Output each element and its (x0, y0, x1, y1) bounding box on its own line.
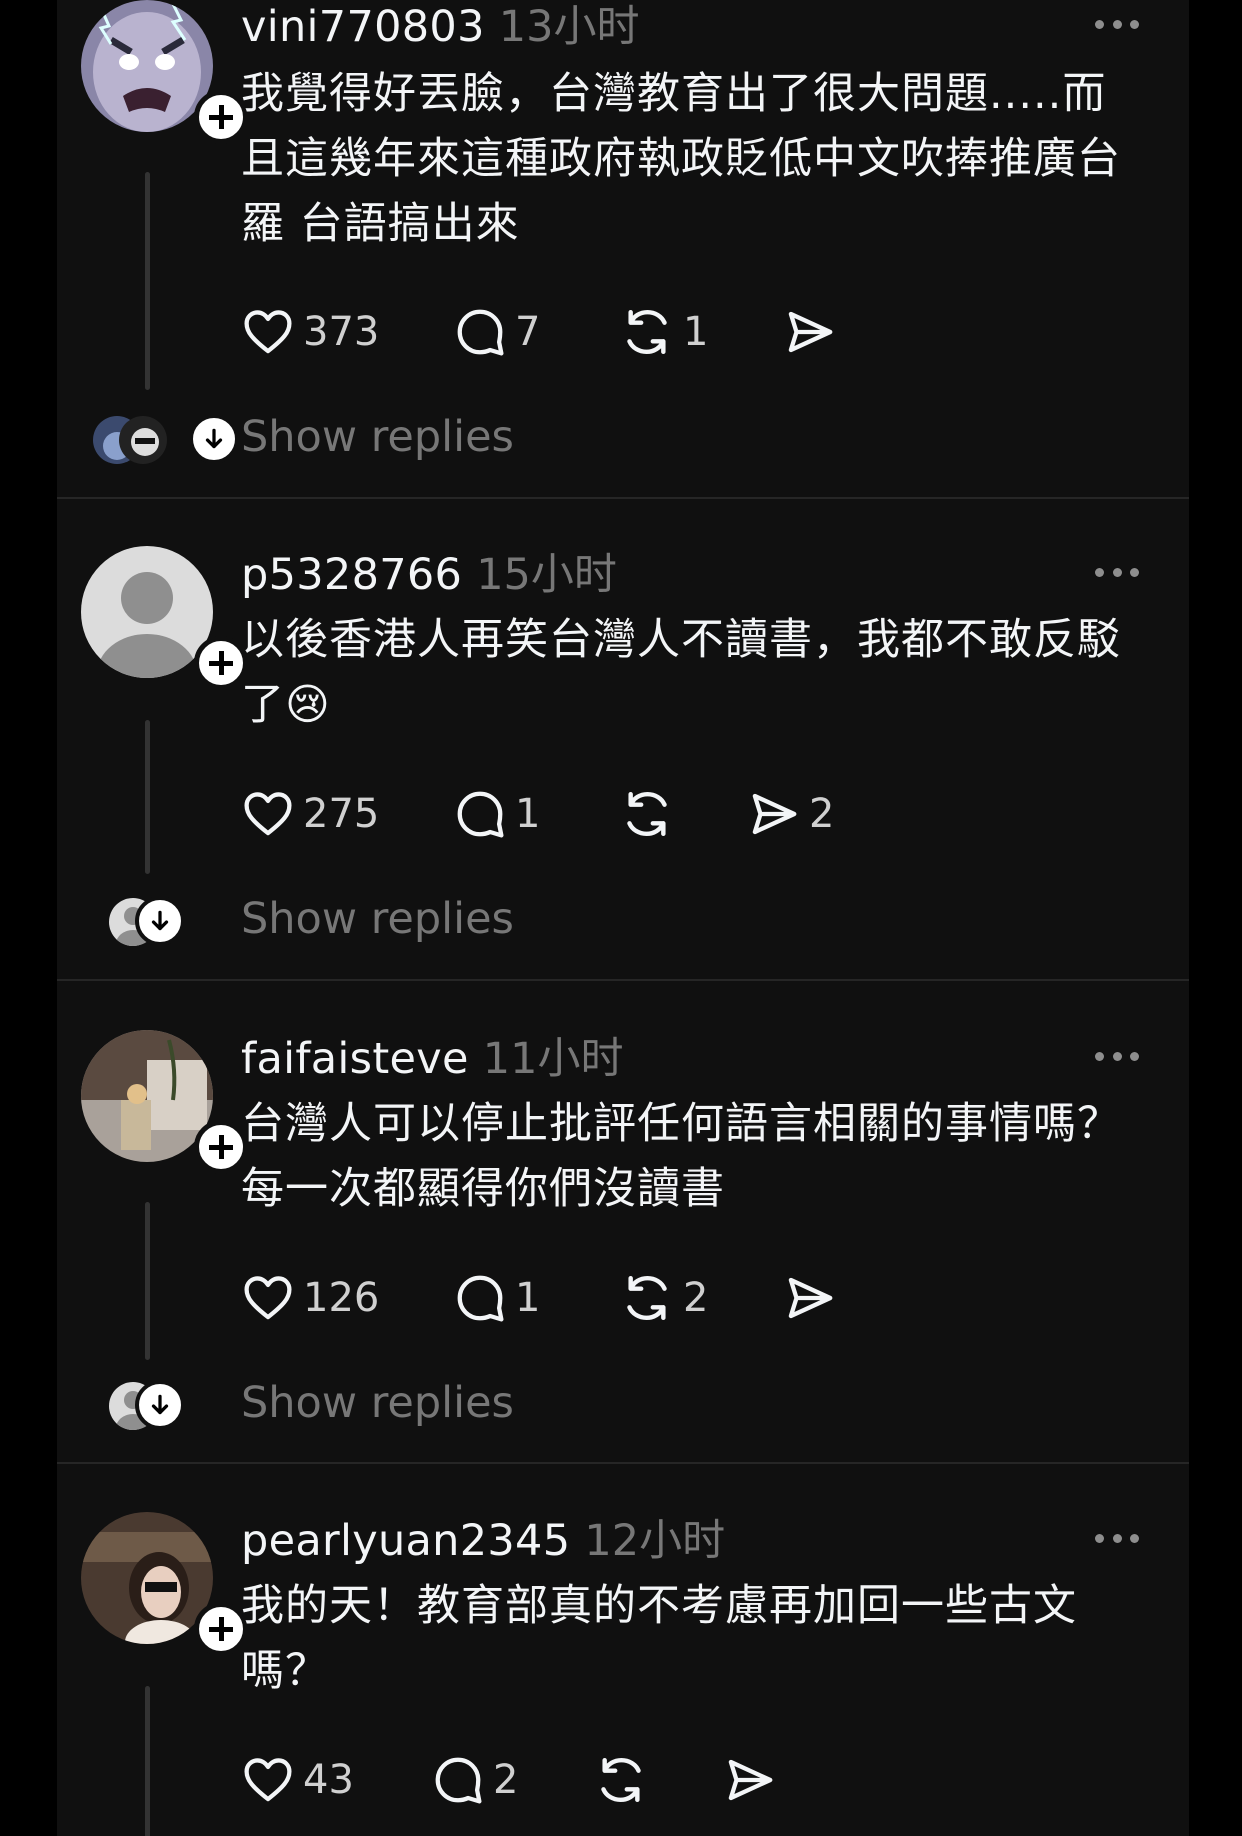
repost-button[interactable] (593, 1752, 723, 1808)
post-text: 以後香港人再笑台灣人不讀書，我都不敢反駁了😢 (241, 615, 1121, 730)
like-count: 126 (303, 1275, 380, 1321)
reply-count: 2 (493, 1757, 519, 1803)
follow-plus-icon[interactable] (194, 636, 248, 690)
post-text: 我覺得好丟臉，台灣教育出了很大問題.....而且這幾年來這種政府執政貶低中文吹捧… (241, 69, 1121, 249)
repost-icon (627, 1275, 667, 1321)
show-replies-link[interactable]: Show replies (241, 412, 514, 462)
reply-avatars[interactable] (109, 896, 205, 950)
post-text: 台灣人可以停止批評任何語言相關的事情嗎？每一次都顯得你們沒讀書 (241, 1099, 1121, 1214)
reply-count: 1 (515, 1275, 541, 1321)
share-button[interactable]: 2 (747, 787, 834, 841)
like-button[interactable]: 43 (241, 1753, 431, 1807)
username[interactable]: faifaisteve (241, 1034, 469, 1084)
expand-down-icon[interactable] (135, 896, 185, 946)
repost-button[interactable] (619, 786, 747, 842)
like-button[interactable]: 373 (241, 305, 453, 359)
comment-icon (457, 791, 504, 838)
thread-line (145, 1686, 150, 1836)
more-icon[interactable] (1095, 1532, 1139, 1544)
action-bar: 373 7 1 (241, 302, 837, 362)
comment-icon (457, 309, 504, 356)
expand-down-icon[interactable] (189, 414, 239, 464)
username[interactable]: pearlyuan2345 (241, 1516, 570, 1566)
thread-line (145, 720, 150, 874)
repost-count: 2 (683, 1275, 709, 1321)
reply-post: p5328766 15小时 以後香港人再笑台灣人不讀書，我都不敢反駁了😢 275… (57, 498, 1189, 980)
post-header: pearlyuan2345 12小时 (241, 1506, 725, 1566)
repost-icon (601, 1757, 641, 1803)
avatar (119, 416, 167, 464)
like-button[interactable]: 275 (241, 787, 453, 841)
like-count: 373 (303, 309, 380, 355)
action-bar: 43 2 (241, 1750, 777, 1810)
more-icon[interactable] (1095, 18, 1139, 30)
timestamp: 15小时 (476, 550, 617, 600)
follow-plus-icon[interactable] (194, 90, 248, 144)
share-icon (728, 1759, 773, 1801)
heart-icon (244, 792, 292, 836)
heart-icon (244, 310, 292, 354)
avatar[interactable] (81, 546, 248, 690)
share-icon (788, 1277, 833, 1319)
like-count: 275 (303, 791, 380, 837)
like-count: 43 (303, 1757, 354, 1803)
post-text: 我的天！教育部真的不考慮再加回一些古文嗎？ (241, 1581, 1077, 1696)
reply-post: pearlyuan2345 12小时 我的天！教育部真的不考慮再加回一些古文嗎？… (57, 1464, 1189, 1836)
expand-down-icon[interactable] (135, 1380, 185, 1430)
reply-button[interactable]: 1 (453, 1271, 619, 1325)
thread-feed: vini770803 13小时 我覺得好丟臉，台灣教育出了很大問題.....而且… (57, 0, 1189, 1836)
username[interactable]: vini770803 (241, 2, 485, 52)
avatar[interactable] (81, 1030, 248, 1174)
reply-button[interactable]: 1 (453, 787, 619, 841)
action-bar: 275 1 2 (241, 784, 834, 844)
more-icon[interactable] (1095, 1050, 1139, 1062)
reply-button[interactable]: 2 (431, 1753, 593, 1807)
reply-count: 7 (515, 309, 541, 355)
username[interactable]: p5328766 (241, 550, 462, 600)
like-button[interactable]: 126 (241, 1271, 453, 1325)
repost-icon (627, 309, 667, 355)
share-button[interactable] (783, 1271, 837, 1325)
timestamp: 11小时 (482, 1034, 624, 1084)
avatar[interactable] (81, 0, 248, 144)
more-icon[interactable] (1095, 566, 1139, 578)
reply-post: vini770803 13小时 我覺得好丟臉，台灣教育出了很大問題.....而且… (57, 0, 1189, 498)
share-button[interactable] (723, 1753, 777, 1807)
repost-icon (627, 791, 667, 837)
reply-avatars[interactable] (93, 414, 239, 468)
follow-plus-icon[interactable] (194, 1602, 248, 1656)
share-icon (752, 793, 797, 835)
repost-button[interactable]: 2 (619, 1270, 783, 1326)
action-bar: 126 1 2 (241, 1268, 837, 1328)
show-replies-link[interactable]: Show replies (241, 1378, 514, 1428)
repost-count: 1 (683, 309, 709, 355)
comment-icon (457, 1275, 504, 1322)
share-button[interactable] (783, 305, 837, 359)
heart-icon (244, 1758, 292, 1802)
reply-post: faifaisteve 11小时 台灣人可以停止批評任何語言相關的事情嗎？每一次… (57, 980, 1189, 1464)
share-icon (788, 311, 833, 353)
post-header: p5328766 15小时 (241, 540, 617, 600)
reply-button[interactable]: 7 (453, 305, 619, 359)
follow-plus-icon[interactable] (194, 1120, 248, 1174)
post-header: faifaisteve 11小时 (241, 1024, 624, 1084)
timestamp: 12小时 (584, 1516, 726, 1566)
avatar[interactable] (81, 1512, 248, 1656)
show-replies-link[interactable]: Show replies (241, 894, 514, 944)
share-count: 2 (809, 791, 835, 837)
comment-icon (435, 1757, 482, 1804)
reply-count: 1 (515, 791, 541, 837)
repost-button[interactable]: 1 (619, 304, 783, 360)
thread-line (145, 1202, 150, 1360)
timestamp: 13小时 (498, 2, 640, 52)
post-header: vini770803 13小时 (241, 0, 639, 52)
reply-avatars[interactable] (109, 1380, 205, 1434)
thread-line (145, 172, 150, 390)
heart-icon (244, 1276, 292, 1320)
